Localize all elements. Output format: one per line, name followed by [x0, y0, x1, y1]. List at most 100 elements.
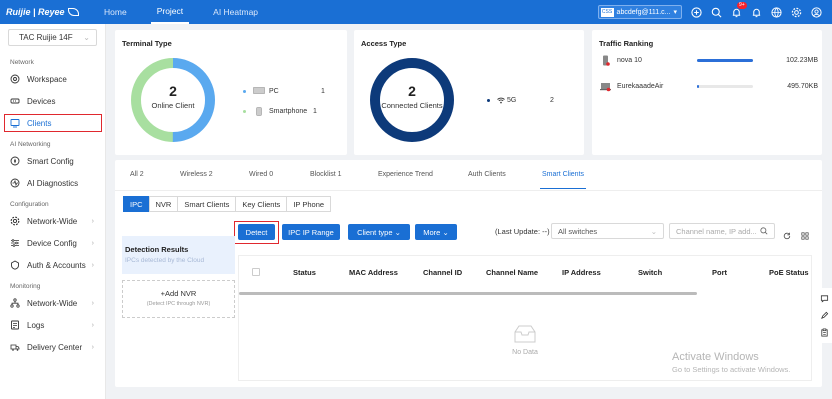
- rank-bar: [697, 85, 753, 88]
- tab-experience-trend[interactable]: Experience Trend: [378, 171, 468, 189]
- col-switch[interactable]: Switch: [638, 268, 662, 277]
- notification-badge: 9+: [737, 1, 747, 9]
- sidebar-item-clients[interactable]: Clients: [0, 112, 105, 134]
- globe-icon[interactable]: [771, 6, 782, 18]
- tab-blocklist[interactable]: Blocklist 1: [310, 171, 378, 189]
- sidebar-item-auth-accounts[interactable]: Auth & Accounts ›: [0, 254, 105, 276]
- gear-icon[interactable]: [791, 7, 802, 18]
- tab-wired[interactable]: Wired 0: [249, 171, 310, 189]
- more-dropdown[interactable]: More ⌄: [415, 224, 457, 240]
- col-mac-address[interactable]: MAC Address: [349, 268, 398, 277]
- sidebar-item-devices[interactable]: Devices: [0, 90, 105, 112]
- site-selector[interactable]: TAC Ruijie 14F ⌄: [8, 29, 97, 46]
- detection-results-item[interactable]: Detection Results IPCs detected by the C…: [122, 236, 235, 274]
- section-configuration: Configuration: [10, 200, 49, 208]
- tab-auth-clients[interactable]: Auth Clients: [468, 171, 540, 189]
- clipboard-icon[interactable]: [820, 328, 829, 337]
- chevron-right-icon: ›: [91, 239, 94, 247]
- online-client-count: 2: [169, 83, 177, 99]
- brand-logo[interactable]: Ruijie | Reyee: [0, 7, 104, 17]
- gear-icon: [10, 216, 20, 226]
- tab-smart-clients[interactable]: Smart Clients: [540, 171, 587, 189]
- chevron-right-icon: ›: [91, 343, 94, 351]
- rank-client-name: EurekaaadeAir: [617, 83, 664, 90]
- refresh-icon[interactable]: [783, 232, 791, 240]
- subtab-smart-clients[interactable]: Smart Clients: [177, 196, 237, 212]
- user-icon[interactable]: [811, 6, 822, 18]
- alarm-bell-icon[interactable]: 9+: [731, 1, 747, 18]
- legend-label: PC: [269, 87, 279, 95]
- detect-highlight: [234, 221, 279, 244]
- horizontal-scrollbar[interactable]: [239, 292, 697, 295]
- col-port[interactable]: Port: [712, 268, 727, 277]
- sidebar-item-label: AI Diagnostics: [27, 178, 79, 188]
- detection-panel: Detection Results IPCs detected by the C…: [122, 236, 235, 318]
- diagnostics-icon: [10, 178, 20, 188]
- ipc-ip-range-button[interactable]: IPC IP Range: [282, 224, 340, 240]
- online-client-label: Online Client: [151, 101, 195, 110]
- sidebar-item-device-config[interactable]: Device Config ›: [0, 232, 105, 254]
- terminal-type-center: 2 Online Client: [130, 83, 216, 110]
- legend-label: 5G: [507, 97, 517, 104]
- subtab-nvr[interactable]: NVR: [148, 196, 179, 212]
- col-status[interactable]: Status: [293, 268, 316, 277]
- sidebar-item-network-wide-monitoring[interactable]: Network-Wide ›: [0, 292, 105, 314]
- sidebar-item-ai-diagnostics[interactable]: AI Diagnostics: [0, 172, 105, 194]
- col-channel-id[interactable]: Channel ID: [423, 268, 462, 277]
- logo-mark-icon: [67, 8, 79, 16]
- table-header: Status MAC Address Channel ID Channel Na…: [239, 256, 811, 289]
- chevron-down-icon: ⌄: [394, 227, 401, 237]
- section-monitoring: Monitoring: [10, 282, 41, 290]
- clients-icon: [10, 118, 20, 128]
- traffic-rank-row[interactable]: nova 10 102.23MB: [600, 55, 818, 66]
- subtab-ipc[interactable]: IPC: [123, 196, 150, 212]
- col-channel-name[interactable]: Channel Name: [486, 268, 538, 277]
- sidebar-item-delivery-center[interactable]: Delivery Center ›: [0, 336, 105, 358]
- chat-icon[interactable]: [820, 294, 829, 303]
- laptop-icon: [600, 83, 611, 92]
- subtab-ip-phone[interactable]: IP Phone: [286, 196, 332, 212]
- nav-home[interactable]: Home: [104, 0, 151, 24]
- shield-icon: [10, 260, 20, 270]
- topology-icon: [10, 298, 20, 308]
- subtab-key-clients[interactable]: Key Clients: [235, 196, 288, 212]
- access-type-card: Access Type 2 Connected Clients 5G 2: [354, 30, 584, 155]
- column-settings-icon[interactable]: [801, 232, 809, 240]
- col-poe-status[interactable]: PoE Status: [769, 268, 809, 277]
- account-selector[interactable]: CSS abcdefg@111.c... ▾: [597, 5, 682, 19]
- search-icon: [760, 227, 768, 235]
- search-icon[interactable]: [711, 7, 722, 18]
- phone-icon: [603, 55, 610, 66]
- sidebar-item-label: Clients: [27, 118, 52, 128]
- sidebar-item-smart-config[interactable]: Smart Config: [0, 150, 105, 172]
- sliders-icon: [10, 238, 20, 248]
- rank-bar: [697, 59, 753, 62]
- sidebar-item-network-wide-config[interactable]: Network-Wide ›: [0, 210, 105, 232]
- detection-results-subtitle: IPCs detected by the Cloud: [125, 257, 205, 264]
- top-bar: Ruijie | Reyee Home Project AI Heatmap C…: [0, 0, 832, 24]
- sidebar-item-logs[interactable]: Logs ›: [0, 314, 105, 336]
- add-icon[interactable]: [691, 6, 702, 18]
- bell-icon[interactable]: [751, 7, 762, 18]
- chevron-right-icon: ›: [91, 321, 94, 329]
- legend-smartphone: Smartphone 1: [243, 107, 317, 116]
- nav-ai-heatmap[interactable]: AI Heatmap: [213, 0, 282, 24]
- feedback-icon[interactable]: [820, 311, 829, 320]
- detection-results-title: Detection Results: [125, 245, 189, 254]
- sidebar-item-label: Network-Wide: [27, 216, 78, 226]
- sidebar-item-workspace[interactable]: Workspace: [0, 68, 105, 90]
- select-all-checkbox[interactable]: [252, 268, 260, 276]
- tab-wireless[interactable]: Wireless 2: [180, 171, 249, 189]
- client-type-dropdown[interactable]: Client type ⌄: [348, 224, 410, 240]
- col-ip-address[interactable]: IP Address: [562, 268, 601, 277]
- search-input[interactable]: Channel name, IP add...: [669, 223, 775, 239]
- access-type-title: Access Type: [361, 39, 407, 48]
- terminal-type-card: Terminal Type 2 Online Client PC 1 Smart…: [115, 30, 347, 155]
- tab-all[interactable]: All 2: [130, 171, 180, 189]
- traffic-rank-row[interactable]: EurekaaadeAir 495.70KB: [600, 81, 818, 92]
- switch-select[interactable]: All switches ⌄: [551, 223, 664, 239]
- access-type-center: 2 Connected Clients: [369, 83, 455, 110]
- add-nvr-button[interactable]: +Add NVR (Detect IPC through NVR): [122, 280, 235, 318]
- nav-project[interactable]: Project: [150, 0, 190, 24]
- account-chip: CSS: [600, 7, 614, 17]
